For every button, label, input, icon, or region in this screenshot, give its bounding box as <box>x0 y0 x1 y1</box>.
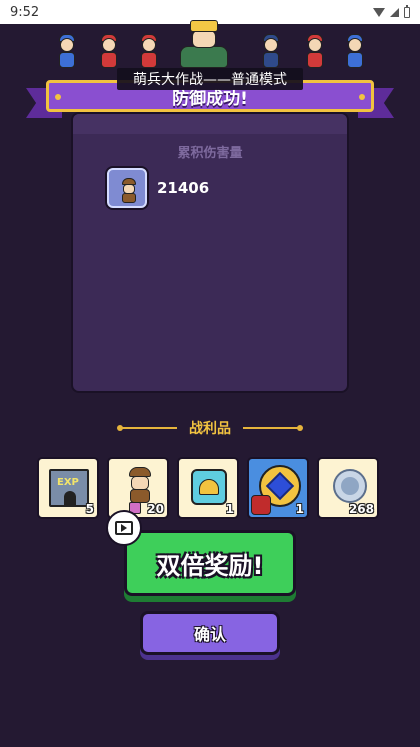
status-icons <box>373 4 410 18</box>
double-reward-button[interactable]: 双倍奖励! <box>124 530 296 596</box>
reward-count: 1 <box>225 502 234 516</box>
soldier-icon <box>302 32 328 70</box>
signal-icon <box>390 7 399 17</box>
exp-castle-icon: EXP <box>49 469 89 507</box>
wifi-icon <box>373 7 385 17</box>
reward-card-coin[interactable]: 268 <box>317 457 379 519</box>
gold-helmet-icon <box>191 469 227 505</box>
red-badge-icon <box>251 495 271 515</box>
soldier-icon <box>136 32 162 70</box>
silver-coin-icon <box>333 469 367 503</box>
status-time: 9:52 <box>10 4 40 20</box>
reward-count: 268 <box>348 502 374 516</box>
damage-row: 21406 <box>107 168 209 208</box>
panel-header-strip <box>73 114 347 134</box>
battery-icon <box>404 4 410 18</box>
soldier-icon <box>342 32 368 70</box>
soldier-icon <box>258 32 284 70</box>
soldier-icon <box>96 32 122 70</box>
damage-panel: 累积伤害量 21406 <box>71 112 349 393</box>
confirm-button[interactable]: 确认 <box>140 611 280 655</box>
hero-commander-icon <box>172 18 236 70</box>
divider-left <box>117 425 177 431</box>
reward-count: 20 <box>147 502 164 516</box>
reward-card-helmet[interactable]: 1 <box>177 457 239 519</box>
spoils-header: 战利品 <box>0 418 420 438</box>
damage-title: 累积伤害量 <box>177 146 243 161</box>
spoils-title: 战利品 <box>189 421 231 437</box>
reward-list: EXP 5 20 1 1 268 <box>37 457 383 519</box>
reward-card-exp[interactable]: EXP 5 <box>37 457 99 519</box>
reward-card-miner[interactable]: 20 <box>107 457 169 519</box>
reward-card-gem[interactable]: 1 <box>247 457 309 519</box>
damage-value: 21406 <box>157 179 210 197</box>
soldier-icon <box>54 32 80 70</box>
divider-right <box>243 425 303 431</box>
soldiers-lineup <box>40 20 380 70</box>
miner-avatar-icon <box>107 168 147 208</box>
video-ad-icon <box>106 510 142 546</box>
reward-count: 5 <box>85 502 94 516</box>
mode-label: 萌兵大作战——普通模式 <box>117 68 303 90</box>
reward-count: 1 <box>295 502 304 516</box>
